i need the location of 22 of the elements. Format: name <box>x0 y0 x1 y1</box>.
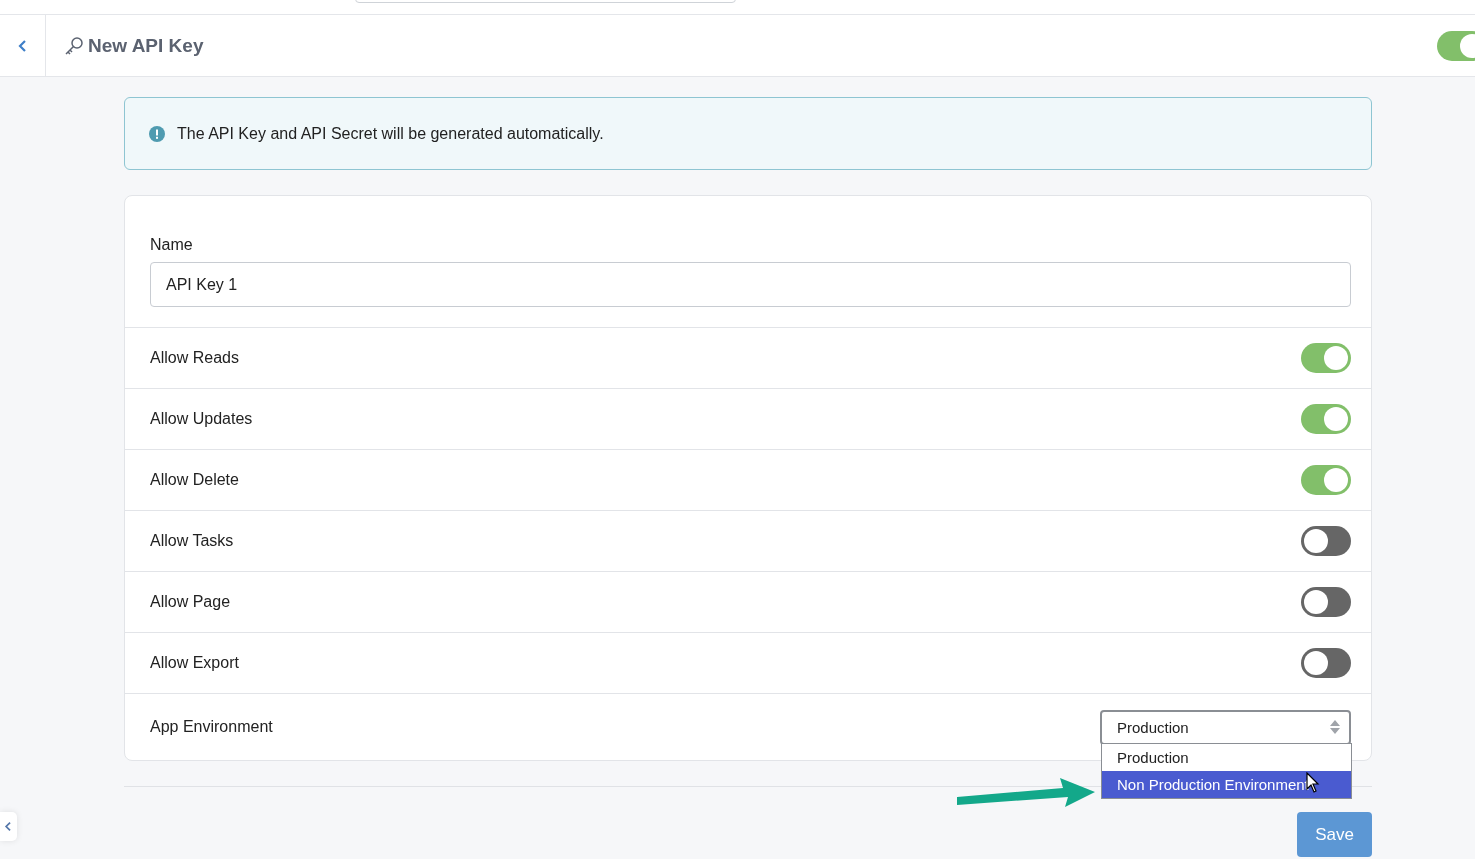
toggle-switch[interactable] <box>1301 465 1351 495</box>
toggle-label: Allow Delete <box>150 471 239 489</box>
toggle-label: Allow Reads <box>150 349 239 367</box>
toggle-label: Allow Tasks <box>150 532 234 550</box>
toggle-label: Allow Updates <box>150 410 253 428</box>
toggle-label: Allow Export <box>150 654 239 672</box>
field-label: Name <box>150 236 193 253</box>
sort-caret-icon <box>1329 719 1341 735</box>
environment-select[interactable]: Production <box>1100 709 1351 745</box>
info-icon <box>149 125 165 142</box>
toggle-label: Allow Page <box>150 593 231 611</box>
toggle-switch[interactable] <box>1301 587 1351 617</box>
name-input[interactable]: API Key 1 <box>150 262 1351 307</box>
toggle-switch[interactable] <box>1301 404 1351 434</box>
toggle-switch[interactable] <box>1301 648 1351 678</box>
collapse-button[interactable] <box>0 812 17 841</box>
page-title: New API Key <box>88 34 204 57</box>
info-message: The API Key and API Secret will be generated automatically. <box>177 124 604 143</box>
field-label: App Environment <box>150 718 273 736</box>
toggle-switch[interactable] <box>1301 526 1351 556</box>
toggle-switch[interactable] <box>1301 343 1351 373</box>
key-icon <box>64 35 84 56</box>
